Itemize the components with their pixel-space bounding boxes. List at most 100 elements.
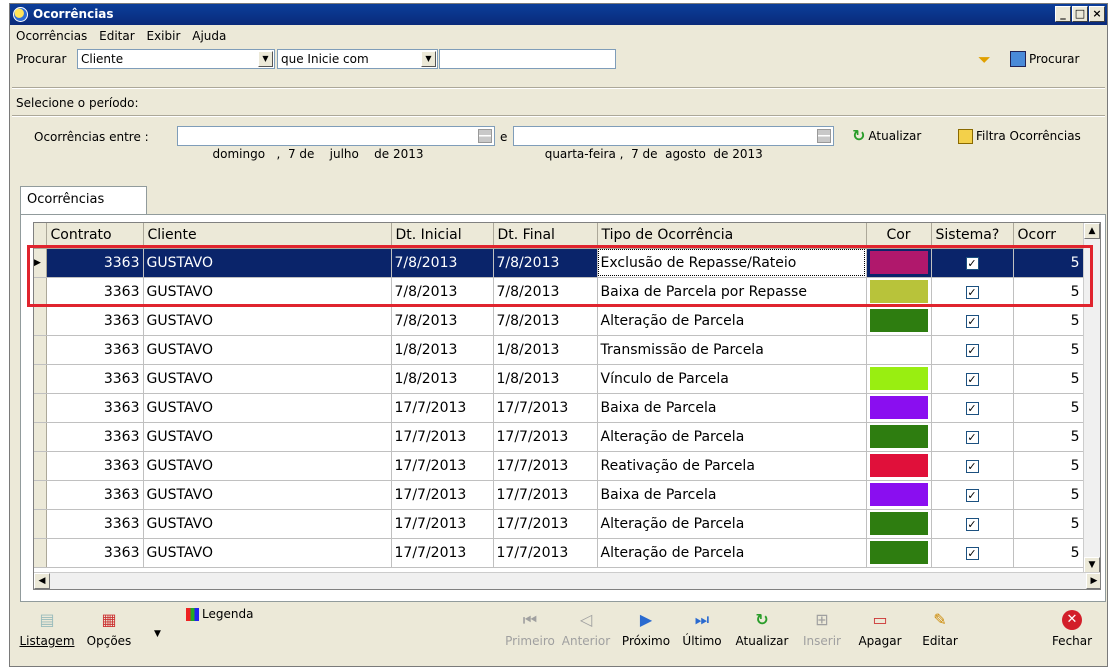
cell-contrato[interactable]: 3363 bbox=[46, 306, 144, 336]
cell-tipo[interactable]: Exclusão de Repasse/Rateio bbox=[597, 248, 867, 278]
cell-cor[interactable] bbox=[866, 509, 932, 539]
cell-cliente[interactable]: GUSTAVO bbox=[143, 509, 392, 539]
sistema-checkbox[interactable]: ✓ bbox=[965, 517, 979, 531]
cell-tipo[interactable]: Reativação de Parcela bbox=[597, 451, 867, 481]
ultimo-button[interactable]: ⏭ Último bbox=[677, 610, 727, 648]
chevron-down-icon[interactable]: ▼ bbox=[154, 624, 161, 644]
chevron-down-icon[interactable]: ▼ bbox=[421, 51, 436, 67]
cell-dt-final[interactable]: 7/8/2013 bbox=[493, 306, 598, 336]
cell-dt-final[interactable]: 17/7/2013 bbox=[493, 480, 598, 510]
start-date-picker[interactable]: domingo , 7 de julho de 2013 bbox=[177, 126, 495, 161]
cell-tipo[interactable]: Alteração de Parcela bbox=[597, 538, 867, 568]
cell-contrato[interactable]: 3363 bbox=[46, 335, 144, 365]
cell-dt-final[interactable]: 1/8/2013 bbox=[493, 364, 598, 394]
cell-tipo[interactable]: Baixa de Parcela bbox=[597, 480, 867, 510]
sistema-checkbox[interactable]: ✓ bbox=[965, 430, 979, 444]
cell-contrato[interactable]: 3363 bbox=[46, 538, 144, 568]
date-spinner-icon[interactable] bbox=[478, 129, 492, 143]
proximo-button[interactable]: ▶ Próximo bbox=[619, 610, 673, 648]
primeiro-button[interactable]: ⏮ Primeiro bbox=[505, 610, 555, 648]
anterior-button[interactable]: ◁ Anterior bbox=[559, 610, 613, 648]
cell-ocorr[interactable]: 5 bbox=[1013, 277, 1084, 307]
cell-cliente[interactable]: GUSTAVO bbox=[143, 393, 392, 423]
cell-sistema[interactable]: ✓ bbox=[931, 364, 1014, 394]
cell-cor[interactable] bbox=[866, 277, 932, 307]
fechar-button[interactable]: ✕ Fechar bbox=[1044, 610, 1100, 648]
cell-cor[interactable] bbox=[866, 422, 932, 452]
table-row[interactable]: 3363 GUSTAVO 7/8/2013 7/8/2013 Alteração de … bbox=[34, 306, 1084, 336]
cell-ocorr[interactable]: 5 bbox=[1013, 248, 1084, 278]
cell-cliente[interactable]: GUSTAVO bbox=[143, 364, 392, 394]
close-window-button[interactable]: × bbox=[1089, 6, 1105, 22]
cell-tipo[interactable]: Vínculo de Parcela bbox=[597, 364, 867, 394]
cell-cor[interactable] bbox=[866, 480, 932, 510]
table-row[interactable]: 3363 GUSTAVO 17/7/2013 17/7/2013 Reativação … bbox=[34, 451, 1084, 481]
filter-occurrences-button[interactable]: Filtra Ocorrências bbox=[958, 126, 1081, 146]
row-indicator[interactable] bbox=[34, 364, 47, 394]
cell-sistema[interactable]: ✓ bbox=[931, 509, 1014, 539]
search-mode-select[interactable]: que Inicie com ▼ bbox=[277, 49, 438, 69]
cell-cor[interactable] bbox=[866, 248, 932, 278]
cell-sistema[interactable]: ✓ bbox=[931, 248, 1014, 278]
cell-contrato[interactable]: 3363 bbox=[46, 422, 144, 452]
cell-dt-inicial[interactable]: 17/7/2013 bbox=[391, 480, 494, 510]
row-indicator[interactable] bbox=[34, 451, 47, 481]
cell-dt-inicial[interactable]: 7/8/2013 bbox=[391, 306, 494, 336]
cell-tipo[interactable]: Transmissão de Parcela bbox=[597, 335, 867, 365]
cell-ocorr[interactable]: 5 bbox=[1013, 364, 1084, 394]
cell-cliente[interactable]: GUSTAVO bbox=[143, 451, 392, 481]
cell-tipo[interactable]: Alteração de Parcela bbox=[597, 306, 867, 336]
cell-cliente[interactable]: GUSTAVO bbox=[143, 480, 392, 510]
column-header-sistema[interactable]: Sistema? bbox=[931, 223, 1014, 249]
cell-cor[interactable] bbox=[866, 393, 932, 423]
vertical-scrollbar[interactable]: ▲ ▼ bbox=[1083, 223, 1100, 573]
sistema-checkbox[interactable]: ✓ bbox=[965, 488, 979, 502]
scroll-left-icon[interactable]: ◀ bbox=[34, 573, 50, 589]
cell-ocorr[interactable]: 5 bbox=[1013, 306, 1084, 336]
cell-contrato[interactable]: 3363 bbox=[46, 480, 144, 510]
cell-dt-final[interactable]: 1/8/2013 bbox=[493, 335, 598, 365]
sistema-checkbox[interactable]: ✓ bbox=[965, 256, 979, 270]
row-indicator[interactable] bbox=[34, 538, 47, 568]
scroll-right-icon[interactable]: ▶ bbox=[1086, 573, 1100, 589]
table-row[interactable]: ▶ 3363 GUSTAVO 7/8/2013 7/8/2013 Exclusão de … bbox=[34, 248, 1084, 278]
cell-cliente[interactable]: GUSTAVO bbox=[143, 306, 392, 336]
sistema-checkbox[interactable]: ✓ bbox=[965, 459, 979, 473]
scroll-down-icon[interactable]: ▼ bbox=[1084, 557, 1100, 573]
table-row[interactable]: 3363 GUSTAVO 17/7/2013 17/7/2013 Alteração d… bbox=[34, 422, 1084, 452]
cell-dt-inicial[interactable]: 17/7/2013 bbox=[391, 509, 494, 539]
cell-sistema[interactable]: ✓ bbox=[931, 451, 1014, 481]
cell-cliente[interactable]: GUSTAVO bbox=[143, 248, 392, 278]
cell-cliente[interactable]: GUSTAVO bbox=[143, 538, 392, 568]
row-indicator[interactable] bbox=[34, 393, 47, 423]
column-header-tipo[interactable]: Tipo de Ocorrência bbox=[597, 223, 867, 249]
cell-dt-final[interactable]: 17/7/2013 bbox=[493, 451, 598, 481]
cell-tipo[interactable]: Baixa de Parcela bbox=[597, 393, 867, 423]
cell-ocorr[interactable]: 5 bbox=[1013, 538, 1084, 568]
cell-ocorr[interactable]: 5 bbox=[1013, 451, 1084, 481]
scroll-up-icon[interactable]: ▲ bbox=[1084, 223, 1100, 239]
row-indicator[interactable] bbox=[34, 335, 47, 365]
cell-sistema[interactable]: ✓ bbox=[931, 335, 1014, 365]
cell-dt-inicial[interactable]: 7/8/2013 bbox=[391, 248, 494, 278]
minimize-button[interactable]: _ bbox=[1055, 6, 1071, 22]
cell-contrato[interactable]: 3363 bbox=[46, 451, 144, 481]
row-indicator[interactable]: ▶ bbox=[34, 248, 47, 278]
cell-contrato[interactable]: 3363 bbox=[46, 277, 144, 307]
cell-contrato[interactable]: 3363 bbox=[46, 393, 144, 423]
cell-ocorr[interactable]: 5 bbox=[1013, 393, 1084, 423]
cell-dt-final[interactable]: 7/8/2013 bbox=[493, 248, 598, 278]
table-row[interactable]: 3363 GUSTAVO 1/8/2013 1/8/2013 Vínculo de Pa… bbox=[34, 364, 1084, 394]
cell-dt-inicial[interactable]: 17/7/2013 bbox=[391, 393, 494, 423]
cell-contrato[interactable]: 3363 bbox=[46, 509, 144, 539]
cell-cliente[interactable]: GUSTAVO bbox=[143, 335, 392, 365]
table-row[interactable]: 3363 GUSTAVO 17/7/2013 17/7/2013 Baixa de Pa… bbox=[34, 480, 1084, 510]
date-spinner-icon[interactable] bbox=[817, 129, 831, 143]
row-indicator[interactable] bbox=[34, 422, 47, 452]
menu-ajuda[interactable]: Ajuda bbox=[192, 26, 226, 46]
legenda-button[interactable]: Legenda bbox=[186, 604, 253, 624]
table-row[interactable]: 3363 GUSTAVO 17/7/2013 17/7/2013 Alteração d… bbox=[34, 509, 1084, 539]
table-row[interactable]: 3363 GUSTAVO 17/7/2013 17/7/2013 Baixa de Pa… bbox=[34, 393, 1084, 423]
cell-dt-inicial[interactable]: 17/7/2013 bbox=[391, 451, 494, 481]
cell-sistema[interactable]: ✓ bbox=[931, 277, 1014, 307]
